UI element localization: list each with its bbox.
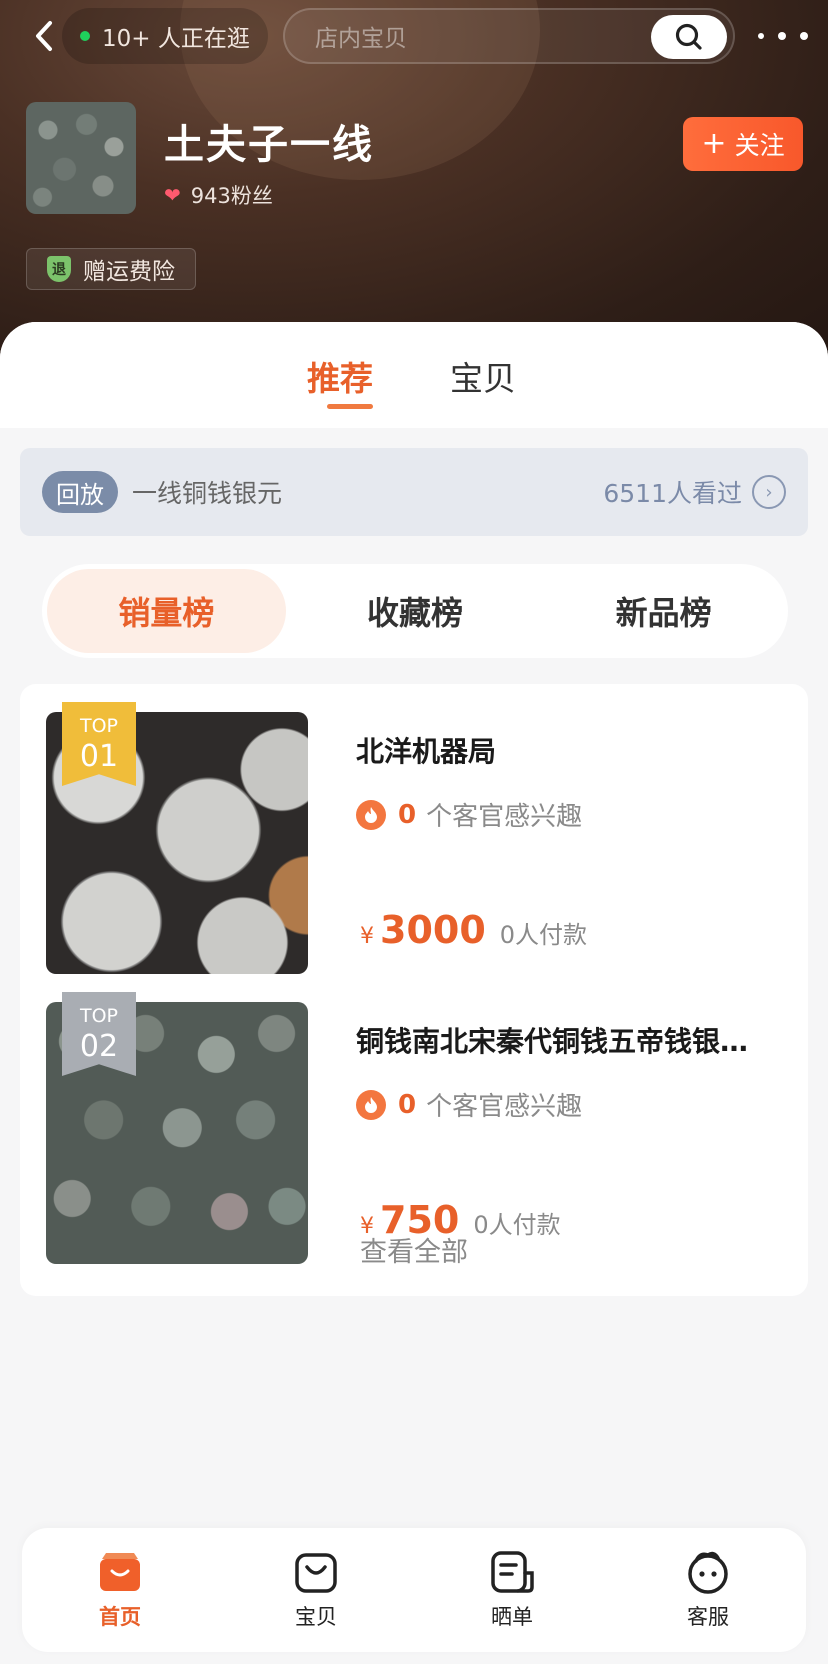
rank-badge: TOP 01: [62, 702, 136, 786]
shop-name: 土夫子一线: [164, 122, 374, 168]
rank-badge-top: TOP: [79, 714, 119, 737]
more-options-button[interactable]: [758, 18, 808, 54]
shop-header: 10+ 人正在逛 店内宝贝 土夫子一线 ❤ 943粉丝 + 关注 退 赠运费险: [0, 0, 828, 360]
search-button[interactable]: [651, 15, 727, 59]
interest-info: 0 个客官感兴趣: [356, 796, 582, 833]
nav-label-home: 首页: [99, 1605, 141, 1629]
replay-tag: 回放: [42, 471, 118, 513]
rank-badge-top: TOP: [79, 1004, 119, 1027]
interest-info: 0 个客官感兴趣: [356, 1086, 582, 1123]
follow-button[interactable]: + 关注: [683, 117, 803, 171]
shop-home-icon: [100, 1553, 140, 1591]
more-dot-icon: [758, 33, 764, 39]
currency-symbol: ¥: [360, 924, 374, 949]
tab-favorites-ranking[interactable]: 收藏榜: [296, 569, 535, 653]
live-replay-banner[interactable]: 回放 一线铜钱银元 6511人看过 ›: [20, 448, 808, 536]
interest-text: 个客官感兴趣: [426, 1092, 583, 1122]
nav-label-reviews: 晒单: [491, 1605, 533, 1629]
shipping-insurance-badge[interactable]: 退 赠运费险: [26, 248, 196, 290]
content-sheet: 推荐 宝贝 回放 一线铜钱银元 6511人看过 › 销量榜 收藏榜 新品榜 TO…: [0, 322, 828, 1664]
price-row: ¥ 3000 0人付款: [360, 908, 587, 952]
more-dot-icon: [778, 32, 786, 40]
nav-item-home[interactable]: 首页: [22, 1528, 218, 1652]
chevron-right-icon: ›: [752, 475, 786, 509]
visitors-text: 10+ 人正在逛: [102, 26, 250, 52]
paid-count: 0人付款: [499, 921, 588, 949]
nav-label-products: 宝贝: [295, 1605, 337, 1629]
search-placeholder: 店内宝贝: [315, 26, 407, 52]
nav-item-service[interactable]: 客服: [610, 1528, 806, 1652]
rank-badge-number: 02: [79, 1028, 119, 1064]
bottom-navigation: 首页 宝贝 晒单 客服: [22, 1528, 806, 1652]
ranking-list: TOP 01 北洋机器局 0 个客官感兴趣 ¥ 3000 0人付款 TOP 02…: [20, 684, 808, 1296]
list-item[interactable]: TOP 01 北洋机器局 0 个客官感兴趣 ¥ 3000 0人付款: [46, 702, 786, 974]
main-tabs: 推荐 宝贝: [0, 322, 828, 428]
replay-views: 6511人看过 ›: [603, 474, 786, 510]
nav-label-service: 客服: [687, 1605, 729, 1629]
active-tab-indicator: [327, 404, 373, 409]
back-arrow-icon: [36, 21, 52, 51]
visitors-indicator: 10+ 人正在逛: [62, 8, 268, 64]
tab-new-ranking[interactable]: 新品榜: [544, 569, 783, 653]
fans-text: 943粉丝: [190, 184, 273, 208]
interest-text: 个客官感兴趣: [426, 802, 583, 832]
follow-label: 关注: [734, 131, 785, 160]
product-price: 3000: [380, 908, 486, 952]
tab-sales-ranking[interactable]: 销量榜: [47, 569, 286, 653]
interest-count: 0: [398, 1089, 417, 1120]
ranking-tabs: 销量榜 收藏榜 新品榜: [42, 564, 788, 658]
fire-icon: [356, 799, 386, 830]
heart-icon: ❤: [164, 183, 181, 207]
replay-views-text: 6511人看过: [603, 479, 742, 508]
bag-icon: [295, 1553, 337, 1593]
view-all-link[interactable]: 查看全部: [20, 1230, 808, 1269]
shop-search-input[interactable]: 店内宝贝: [283, 8, 735, 64]
back-button[interactable]: [28, 18, 62, 54]
more-dot-icon: [800, 32, 808, 40]
product-title[interactable]: 铜钱南北宋秦代铜钱五帝钱银…: [356, 1020, 780, 1060]
fire-icon: [356, 1089, 386, 1120]
plus-icon: +: [701, 126, 727, 161]
fans-count: ❤ 943粉丝: [164, 180, 273, 210]
review-icon: [491, 1551, 534, 1593]
tab-products[interactable]: 宝贝: [450, 352, 516, 400]
nav-item-reviews[interactable]: 晒单: [414, 1528, 610, 1652]
replay-title: 一线铜钱银元: [132, 479, 283, 508]
nav-item-products[interactable]: 宝贝: [218, 1528, 414, 1652]
rank-badge-number: 01: [79, 738, 119, 774]
live-dot-icon: [80, 31, 90, 41]
tab-recommend[interactable]: 推荐: [307, 352, 373, 400]
rank-badge: TOP 02: [62, 992, 136, 1076]
shield-icon: 退: [47, 256, 71, 282]
search-icon: [675, 23, 702, 50]
interest-count: 0: [398, 799, 417, 830]
shop-avatar[interactable]: [26, 102, 136, 214]
insurance-label: 赠运费险: [83, 259, 175, 285]
service-icon: [688, 1551, 728, 1594]
list-item[interactable]: TOP 02 铜钱南北宋秦代铜钱五帝钱银… 0 个客官感兴趣 ¥ 750 0人付…: [46, 992, 786, 1264]
product-title[interactable]: 北洋机器局: [356, 730, 780, 770]
